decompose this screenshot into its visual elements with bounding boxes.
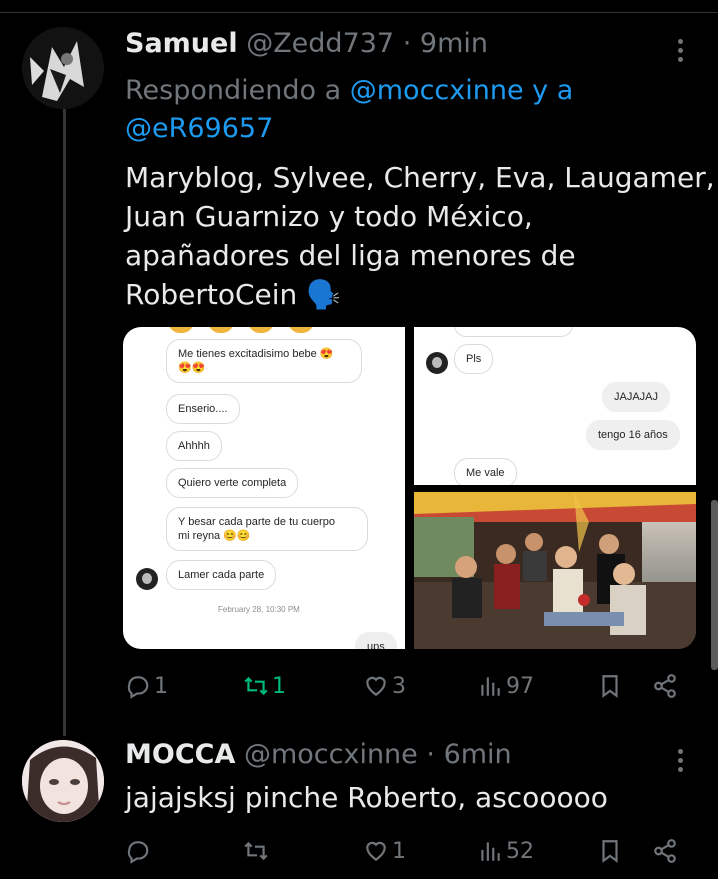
media-grid[interactable]: Me tienes excitadisimo bebe 😍 😍😍 Enserio… bbox=[123, 327, 696, 649]
retweet-count: 1 bbox=[272, 673, 286, 699]
chat-bubble: Y besar cada parte de tu cuerpo mi reyna… bbox=[166, 507, 368, 551]
replying-to-label: Respondiendo a bbox=[125, 75, 342, 106]
handle[interactable]: @moccxinne bbox=[244, 739, 418, 770]
retweet-icon bbox=[244, 841, 268, 861]
replying-to: Respondiendo a @moccxinne y a @eR69657 bbox=[125, 72, 685, 148]
more-icon[interactable] bbox=[670, 745, 690, 775]
media-chat-screenshot-right[interactable]: Pls JAJAJAJ tengo 16 años Me vale bbox=[414, 327, 696, 485]
media-group-photo[interactable] bbox=[414, 492, 696, 649]
like-button[interactable]: 3 bbox=[363, 668, 406, 704]
share-button[interactable] bbox=[652, 833, 678, 869]
views-button[interactable]: 52 bbox=[477, 833, 534, 869]
chat-bubble: Pls bbox=[454, 344, 494, 374]
tweet-text-line: RobertoCein 🗣️ bbox=[125, 278, 342, 311]
retweet-icon bbox=[244, 676, 268, 696]
tweet-text: Maryblog, Sylvee, Cherry, Eva, Laugamer,… bbox=[125, 158, 715, 314]
like-count: 1 bbox=[392, 838, 406, 864]
tweet-action-bar: 1 1 3 97 bbox=[125, 668, 695, 704]
tweet-text-line: apañadores del liga menores de bbox=[125, 239, 576, 272]
tweet-text-line: jajajsksj pinche Roberto, ascooooo bbox=[125, 781, 608, 814]
timestamp[interactable]: 9min bbox=[420, 28, 488, 59]
tweet-header: MOCCA @moccxinne · 6min bbox=[125, 739, 512, 770]
chat-bubble: Me tienes excitadisimo bebe 😍 😍😍 bbox=[166, 339, 362, 383]
chat-avatar bbox=[136, 568, 158, 590]
more-icon[interactable] bbox=[670, 35, 690, 65]
views-icon bbox=[481, 842, 500, 861]
chat-bubble: Ahhhh bbox=[166, 431, 222, 461]
chat-bubble: Quiero verte completa bbox=[166, 468, 299, 498]
separator-dot: · bbox=[426, 739, 435, 770]
reply-button[interactable] bbox=[125, 833, 154, 869]
like-icon bbox=[366, 676, 386, 696]
bookmark-button[interactable] bbox=[597, 668, 623, 704]
share-button[interactable] bbox=[652, 668, 678, 704]
separator-dot: · bbox=[402, 28, 412, 59]
share-icon bbox=[654, 674, 676, 698]
share-icon bbox=[654, 839, 676, 863]
top-divider bbox=[0, 12, 718, 13]
avatar[interactable] bbox=[22, 740, 104, 822]
scrollbar[interactable] bbox=[711, 500, 718, 670]
chat-timestamp: February 28, 10:30 PM bbox=[218, 605, 300, 614]
tweet-text-line: Juan Guarnizo y todo México, bbox=[125, 200, 533, 233]
bookmark-icon bbox=[602, 675, 618, 698]
reply-button[interactable]: 1 bbox=[125, 668, 168, 704]
display-name[interactable]: MOCCA bbox=[125, 739, 235, 770]
chat-bubble: Enserio.... bbox=[166, 394, 240, 424]
tweet-action-bar: 1 52 bbox=[125, 833, 695, 869]
views-count: 52 bbox=[506, 838, 534, 864]
timestamp[interactable]: 6min bbox=[444, 739, 512, 770]
views-count: 97 bbox=[506, 673, 534, 699]
chat-bubble: Lamer cada parte bbox=[166, 560, 277, 590]
reply-icon bbox=[127, 676, 149, 699]
reply-icon bbox=[127, 841, 149, 864]
handle[interactable]: @Zedd737 bbox=[246, 28, 394, 59]
bookmark-icon bbox=[602, 840, 618, 863]
like-count: 3 bbox=[392, 673, 406, 699]
retweet-button[interactable] bbox=[243, 833, 272, 869]
avatar[interactable] bbox=[22, 27, 104, 109]
reply-count: 1 bbox=[154, 673, 168, 699]
emoji-row bbox=[168, 327, 328, 333]
media-chat-screenshot-left[interactable]: Me tienes excitadisimo bebe 😍 😍😍 Enserio… bbox=[123, 327, 405, 649]
like-button[interactable]: 1 bbox=[363, 833, 406, 869]
display-name[interactable]: Samuel bbox=[125, 28, 238, 59]
views-icon bbox=[481, 677, 500, 696]
chat-bubble-sent: tengo 16 años bbox=[586, 420, 680, 450]
chat-bubble-sent: ups bbox=[355, 632, 397, 649]
tweet-text-line: Maryblog, Sylvee, Cherry, Eva, Laugamer, bbox=[125, 161, 715, 194]
chat-bubble: Me vale bbox=[454, 458, 517, 485]
chat-bubble-sent: JAJAJAJ bbox=[602, 382, 671, 412]
views-button[interactable]: 97 bbox=[477, 668, 534, 704]
bookmark-button[interactable] bbox=[597, 833, 623, 869]
chat-bubble bbox=[454, 327, 573, 337]
like-icon bbox=[366, 841, 386, 861]
chat-avatar bbox=[426, 352, 448, 374]
thread-connector-line bbox=[63, 108, 66, 736]
retweet-button[interactable]: 1 bbox=[243, 668, 286, 704]
tweet-header: Samuel @Zedd737 · 9min bbox=[125, 28, 488, 59]
tweet-text: jajajsksj pinche Roberto, ascooooo bbox=[125, 778, 608, 817]
